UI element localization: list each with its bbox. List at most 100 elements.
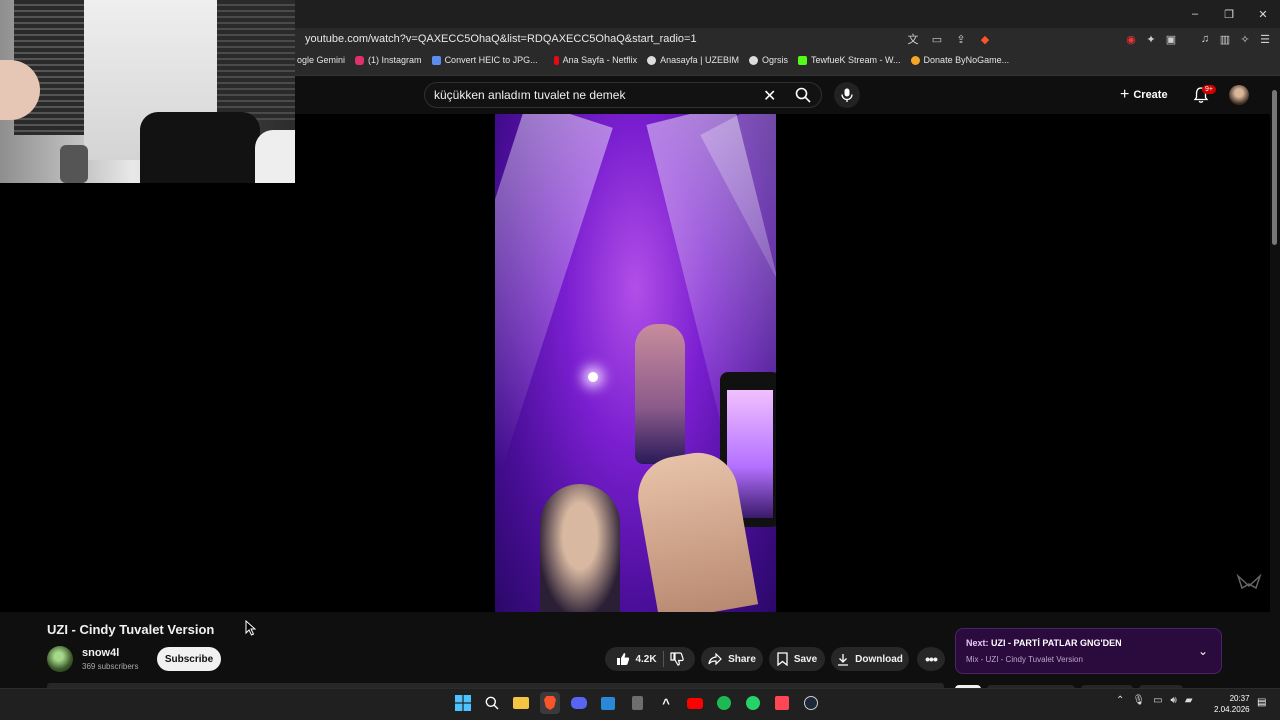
spotify-icon[interactable] xyxy=(714,692,734,714)
windows-start-icon[interactable] xyxy=(453,692,473,714)
bookmark-item[interactable]: ogle Gemini xyxy=(297,55,345,65)
up-next-card[interactable] xyxy=(955,628,1222,674)
light-beam xyxy=(495,114,613,471)
network-icon[interactable]: ▭ xyxy=(1153,695,1162,706)
voice-search-button[interactable] xyxy=(834,82,860,108)
more-actions-button[interactable]: ••• xyxy=(917,647,945,671)
valorant-icon[interactable] xyxy=(772,692,792,714)
brave-browser-icon[interactable] xyxy=(540,692,560,714)
address-bar-actions: 文 ▭ ⇪ ◆ xyxy=(905,31,993,47)
sidebar-toggle-icon[interactable]: ▥ xyxy=(1217,31,1233,47)
extension-icons: ◉ ✦ ▣ ♫ ▥ ✧ ☰ xyxy=(1123,31,1273,47)
like-dislike-group: 4.2K xyxy=(605,647,695,671)
search-query[interactable]: küçükken anladım tuvalet ne demek xyxy=(434,88,625,102)
microphone-tray-icon[interactable]: 🎙︎ xyxy=(1132,695,1145,706)
webcam-overlay xyxy=(0,0,295,183)
store-icon[interactable] xyxy=(598,692,618,714)
channel-avatar[interactable] xyxy=(47,646,73,672)
channel-name[interactable]: snow4l xyxy=(82,647,119,659)
bookmark-item[interactable]: (1) Instagram xyxy=(355,55,422,65)
chevron-up-icon[interactable]: ⌃ xyxy=(1116,695,1124,706)
like-count: 4.2K xyxy=(635,653,657,665)
maximize-button[interactable]: ❐ xyxy=(1212,0,1246,28)
minimize-button[interactable]: – xyxy=(1178,0,1212,28)
person xyxy=(255,130,295,183)
leo-ai-icon[interactable]: ✧ xyxy=(1237,31,1253,47)
up-next-subtitle: Mix - UZI - Cindy Tuvalet Version xyxy=(966,655,1083,664)
bookmark-item[interactable]: Anasayfa | UZEBIM xyxy=(647,55,739,65)
cast-icon[interactable]: ▭ xyxy=(929,31,945,47)
translate-icon[interactable]: 文 xyxy=(905,31,921,47)
system-tray: ⌃ 🎙︎ ▭ 🔊︎ ▰ xyxy=(1116,695,1193,706)
steam-icon[interactable] xyxy=(801,692,821,714)
channel-watermark-icon[interactable] xyxy=(1236,572,1262,592)
bookmark-item[interactable]: TewfueK Stream - W... xyxy=(798,55,901,65)
download-button[interactable]: Download xyxy=(831,647,909,671)
brave-shield-icon[interactable]: ◆ xyxy=(977,31,993,47)
netflix-icon xyxy=(553,55,559,65)
download-icon xyxy=(838,653,849,666)
search-button[interactable] xyxy=(785,82,821,108)
calculator-icon[interactable] xyxy=(627,692,647,714)
up-next-video-title: UZI - PARTİ PATLAR GNG'DEN xyxy=(991,638,1122,648)
dislike-button[interactable] xyxy=(669,652,684,666)
microphone-icon xyxy=(841,88,853,102)
save-label: Save xyxy=(793,653,818,665)
share-button[interactable]: Share xyxy=(701,647,763,671)
subscriber-count: 369 subscribers xyxy=(82,662,139,671)
subscribe-button[interactable]: Subscribe xyxy=(157,647,221,671)
bookmark-item[interactable]: Ana Sayfa - Netflix xyxy=(548,55,638,65)
chair xyxy=(140,112,260,183)
stage-light xyxy=(588,372,598,382)
bookmark-item[interactable]: Ogrsis xyxy=(749,55,788,65)
system-clock[interactable]: 20:37 2.04.2026 xyxy=(1214,693,1250,715)
video-title: UZI - Cindy Tuvalet Version xyxy=(47,622,215,637)
share-page-icon[interactable]: ⇪ xyxy=(953,31,969,47)
bookmark-label: TewfueK Stream - W... xyxy=(811,55,901,65)
download-label: Download xyxy=(855,653,903,665)
clock-time: 20:37 xyxy=(1229,694,1250,703)
url-field[interactable]: youtube.com/watch?v=QAXECC5OhaQ&list=RDQ… xyxy=(305,33,697,45)
youtube-app-icon[interactable] xyxy=(685,692,705,714)
clear-search-icon[interactable]: ✕ xyxy=(763,86,776,106)
whatsapp-icon[interactable] xyxy=(743,692,763,714)
up-next-prefix: Next: xyxy=(966,638,989,648)
cup xyxy=(60,145,88,183)
more-icon: ••• xyxy=(925,651,938,667)
bookmark-label: (1) Instagram xyxy=(368,55,422,65)
taskbar-search-icon[interactable] xyxy=(482,692,502,714)
file-explorer-icon[interactable] xyxy=(511,692,531,714)
bookmark-item[interactable]: Donate ByNoGame... xyxy=(910,55,1009,65)
account-avatar[interactable] xyxy=(1229,85,1249,105)
scrollbar-thumb[interactable] xyxy=(1272,90,1277,245)
like-button[interactable]: 4.2K xyxy=(616,652,657,666)
plus-icon: + xyxy=(1120,86,1130,103)
screenshot-icon[interactable]: ▣ xyxy=(1163,31,1179,47)
puzzle-icon[interactable]: ✦ xyxy=(1143,31,1159,47)
discord-icon[interactable] xyxy=(569,692,589,714)
uzebim-icon xyxy=(647,55,657,65)
clock-date: 2.04.2026 xyxy=(1214,705,1250,714)
ogrsis-icon xyxy=(749,55,758,65)
video-frame[interactable] xyxy=(495,114,776,612)
bookmark-item[interactable]: Convert HEIC to JPG... xyxy=(431,55,538,65)
chevron-down-icon[interactable]: ⌄ xyxy=(1198,644,1208,658)
bookmark-label: Ogrsis xyxy=(762,55,789,65)
bookmark-label: Ana Sayfa - Netflix xyxy=(562,55,638,65)
bookmarks-list: ogle Gemini (1) Instagram Convert HEIC t… xyxy=(297,55,1009,65)
create-button[interactable]: + Create xyxy=(1120,84,1168,106)
share-icon xyxy=(708,653,722,665)
media-icon[interactable]: ♫ xyxy=(1197,31,1213,47)
battery-icon[interactable]: ▰ xyxy=(1185,695,1193,706)
save-button[interactable]: Save xyxy=(769,647,825,671)
bookmark-label: Anasayfa | UZEBIM xyxy=(660,55,739,65)
arrow-app-icon[interactable]: ^ xyxy=(656,692,676,714)
bookmark-label: Convert HEIC to JPG... xyxy=(444,55,538,65)
up-next-title[interactable]: Next: UZI - PARTİ PATLAR GNG'DEN xyxy=(966,638,1122,648)
notification-center-icon[interactable]: ▤ xyxy=(1257,697,1266,708)
menu-icon[interactable]: ☰ xyxy=(1257,31,1273,47)
extension-icon[interactable]: ◉ xyxy=(1123,31,1139,47)
search-icon xyxy=(795,87,811,103)
close-window-button[interactable]: ✕ xyxy=(1246,0,1280,28)
volume-icon[interactable]: 🔊︎ xyxy=(1171,695,1177,706)
